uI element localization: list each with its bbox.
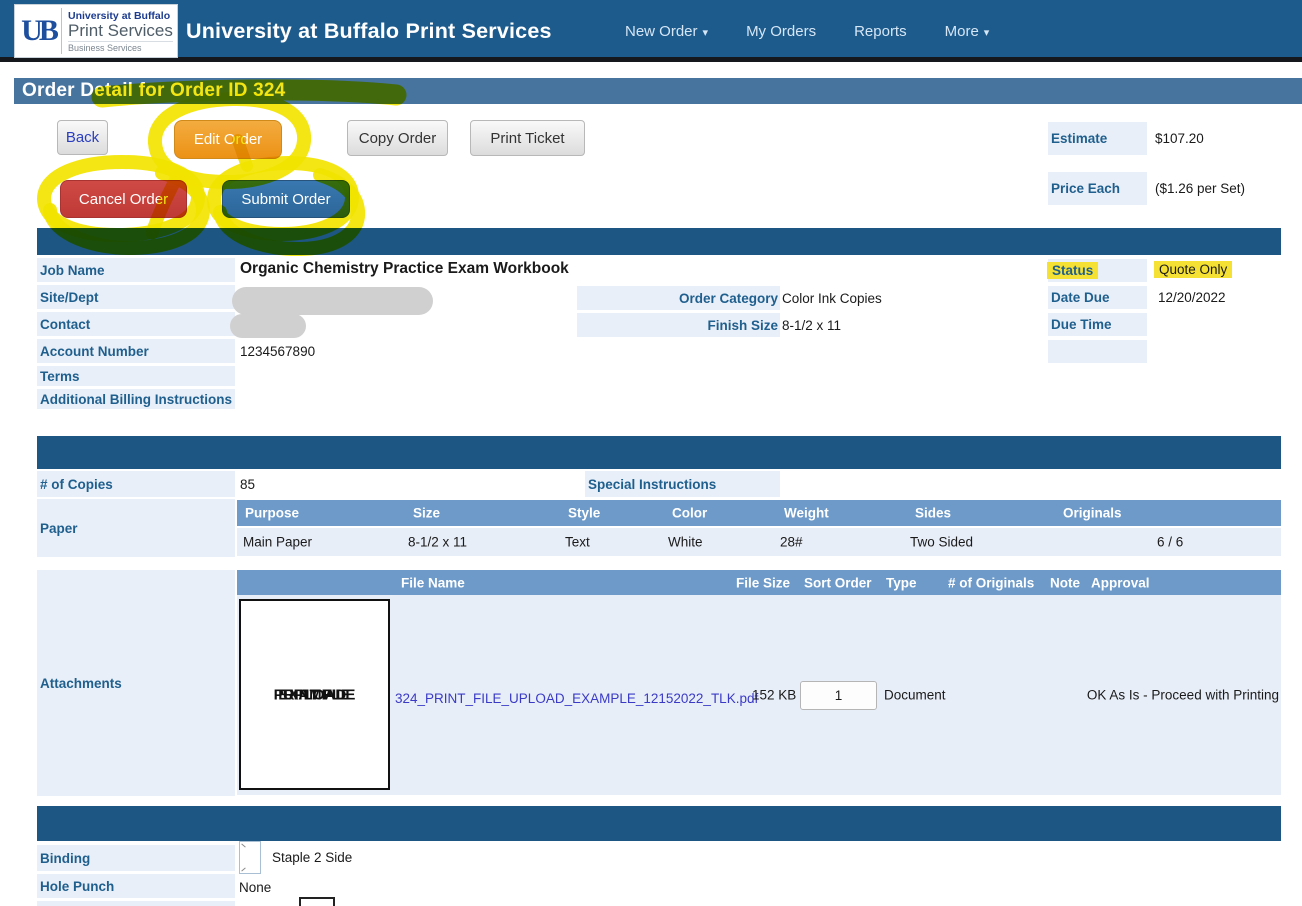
contact-redaction [230,314,306,338]
account-number-label: Account Number [37,339,235,363]
attachment-approval: OK As Is - Proceed with Printing [1087,688,1279,703]
estimate-label: Estimate [1048,122,1147,155]
nav-item-reports[interactable]: Reports [854,23,907,40]
status-label: Status [1048,259,1147,282]
job-name-value: Organic Chemistry Practice Exam Workbook [240,260,569,278]
job-name-label: Job Name [37,258,235,282]
order-category-label: Order Category [577,286,780,310]
date-due-label: Date Due [1048,286,1147,309]
date-due-value: 12/20/2022 [1158,290,1226,305]
ub-logo[interactable]: UB University at Buffalo Print Services … [14,4,178,58]
copy-order-button[interactable]: Copy Order [347,120,448,156]
due-time-label: Due Time [1048,313,1147,336]
binding-value: Staple 2 Side [272,850,352,865]
attach-col-note: Note [1050,575,1080,590]
terms-label: Terms [37,366,235,386]
logo-line-university: University at Buffalo [68,10,173,22]
attachment-file-link[interactable]: 324_PRINT_FILE_UPLOAD_EXAMPLE_12152022_T… [395,691,758,706]
ub-logo-icon: UB [15,14,61,48]
status-value: Quote Only [1158,262,1232,277]
submit-order-button[interactable]: Submit Order [222,180,350,218]
attachment-thumbnail[interactable]: PRINT FILE UPLOAD EXAMPLE [239,599,390,790]
binding-label: Binding [37,845,235,871]
estimate-value: $107.20 [1155,131,1204,146]
section-divider-bar [37,806,1281,841]
hole-punch-label: Hole Punch [37,874,235,898]
back-button[interactable]: Back [57,120,108,155]
paper-col-style: Style [568,506,600,521]
section-divider-bar [37,436,1281,469]
paper-col-sides: Sides [915,506,951,521]
price-each-label: Price Each [1048,172,1147,205]
nav-item-my-orders[interactable]: My Orders [746,23,816,40]
sort-order-input[interactable] [800,681,877,710]
paper-style-value: Text [565,535,590,550]
paper-col-color: Color [672,506,707,521]
page-title: Order Detail for Order ID 324 [14,78,1302,104]
logo-line-print-services: Print Services [68,22,173,40]
finish-size-label: Finish Size [577,313,780,337]
attach-col-num-originals: # of Originals [948,575,1034,590]
nav-item-new-order[interactable]: New Order▾ [625,23,708,40]
special-instructions-label: Special Instructions [585,471,780,497]
paper-col-originals: Originals [1063,506,1122,521]
attach-col-file-name: File Name [401,575,465,590]
finish-size-value: 8-1/2 x 11 [782,318,841,333]
num-copies-label: # of Copies [37,471,235,497]
attachment-type: Document [884,688,946,703]
paper-size-value: 8-1/2 x 11 [408,535,467,550]
attachment-row: PRINT FILE UPLOAD EXAMPLE 324_PRINT_FILE… [237,595,1281,795]
next-row-label-partial [37,901,235,906]
section-divider-bar [37,228,1281,255]
cancel-order-button[interactable]: Cancel Order [60,180,187,218]
num-copies-value: 85 [240,477,255,492]
nav-item-more[interactable]: More▾ [945,23,990,40]
empty-detail-cell [1048,340,1147,363]
fold-icon-partial [299,897,335,906]
chevron-down-icon: ▾ [984,27,990,39]
attach-col-file-size: File Size [736,575,790,590]
attachments-section-label: Attachments [37,570,235,796]
top-nav-bar: UB University at Buffalo Print Services … [0,0,1302,62]
paper-weight-value: 28# [780,535,803,550]
site-title: University at Buffalo Print Services [186,0,552,62]
price-each-value: ($1.26 per Set) [1155,181,1245,196]
site-dept-label: Site/Dept [37,285,235,309]
paper-originals-value: 6 / 6 [1157,535,1183,550]
chevron-down-icon: ▾ [703,27,709,39]
logo-text: University at Buffalo Print Services Bus… [61,8,173,54]
paper-table-row: Main Paper 8-1/2 x 11 Text White 28# Two… [237,528,1281,556]
nav-menu: New Order▾ My Orders Reports More▾ [625,0,989,62]
contact-label: Contact [37,312,235,336]
paper-col-weight: Weight [784,506,829,521]
paper-color-value: White [668,535,703,550]
paper-table-header: Purpose Size Style Color Weight Sides Or… [237,500,1281,526]
edit-order-button[interactable]: Edit Order [174,120,282,159]
paper-section-label: Paper [37,499,235,557]
logo-line-business-services: Business Services [68,41,173,53]
paper-sides-value: Two Sided [910,535,973,550]
billing-instructions-label: Additional Billing Instructions [37,389,235,409]
order-category-value: Color Ink Copies [782,291,882,306]
paper-purpose-value: Main Paper [243,535,312,550]
attachments-table-header: File Name File Size Sort Order Type # of… [237,570,1281,595]
order-detail-page: UB University at Buffalo Print Services … [0,0,1302,906]
account-number-value: 1234567890 [240,344,315,359]
attachment-file-size: 152 KB [752,688,796,703]
paper-col-size: Size [413,506,440,521]
staple-position-icon [239,841,261,874]
attach-col-approval: Approval [1091,575,1150,590]
attach-col-sort-order: Sort Order [804,575,872,590]
thumbnail-text-line: EXAMPLE [278,686,351,703]
paper-col-purpose: Purpose [245,506,299,521]
attach-col-type: Type [886,575,917,590]
print-ticket-button[interactable]: Print Ticket [470,120,585,156]
site-dept-redaction [232,287,433,315]
hole-punch-value: None [239,880,271,895]
